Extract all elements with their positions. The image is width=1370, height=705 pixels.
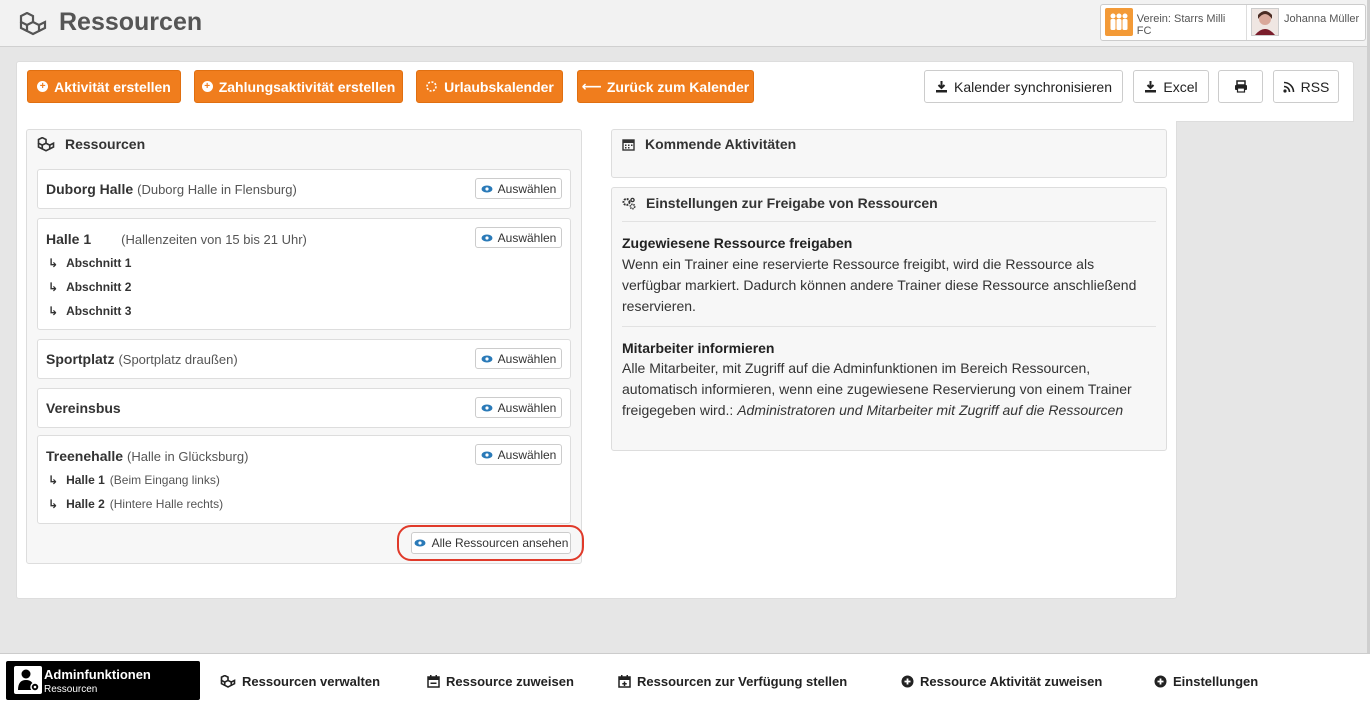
- resource-description: (Hallenzeiten von 15 bis 21 Uhr): [121, 232, 307, 247]
- resource-name: Sportplatz: [46, 351, 115, 367]
- avatar: [1251, 8, 1279, 36]
- arrow-left-icon: ⟵: [581, 78, 602, 94]
- club-label: Verein: Starrs Milli FC: [1136, 13, 1226, 37]
- section-emphasis: Administratoren und Mitarbeiter mit Zugr…: [737, 402, 1124, 418]
- resource-name: Vereinsbus: [46, 400, 121, 416]
- resource-card: Treenehalle (Halle in Glücksburg) Auswähl…: [37, 435, 571, 524]
- nav-provide-resources[interactable]: Ressourcen zur Verfügung stellen: [618, 674, 847, 689]
- select-resource-button[interactable]: Auswählen: [475, 227, 562, 248]
- rss-icon: [1282, 81, 1294, 93]
- select-resource-button[interactable]: Auswählen: [475, 348, 562, 369]
- eye-icon: [481, 234, 493, 241]
- resource-description: (Duborg Halle in Flensburg): [137, 182, 297, 197]
- eye-icon: [481, 185, 493, 192]
- back-to-calendar-button[interactable]: ⟵ Zurück zum Kalender: [577, 70, 754, 103]
- section-title: Mitarbeiter informieren: [622, 340, 775, 356]
- plus-circle-icon: [1154, 675, 1167, 688]
- section-title: Zugewiesene Ressource freigaben: [622, 235, 853, 251]
- cubes-icon: [220, 675, 236, 688]
- resource-name: Duborg Halle: [46, 181, 134, 197]
- vacation-calendar-button[interactable]: Urlaubskalender: [416, 70, 563, 103]
- nav-assign-resource[interactable]: Ressource zuweisen: [427, 674, 574, 689]
- resource-description: (Sportplatz draußen): [118, 352, 238, 367]
- user-box: Verein: Starrs Milli FC Johanna Müller: [1100, 4, 1366, 41]
- sub-resource: ↳ Halle 2 (Hintere Halle rechts): [48, 497, 224, 511]
- divider: [622, 326, 1156, 327]
- admin-user-gear-icon: [14, 666, 42, 694]
- sub-resource: ↳ Halle 1 (Beim Eingang links): [48, 473, 220, 487]
- select-resource-button[interactable]: Auswählen: [475, 444, 562, 465]
- admin-subtitle: Ressourcen: [44, 684, 98, 695]
- nav-assign-activity[interactable]: Ressource Aktivität zuweisen: [901, 674, 1102, 689]
- cubes-icon: [37, 136, 55, 152]
- resource-card: Vereinsbus Auswählen: [37, 388, 571, 428]
- user-name: Johanna Müller: [1284, 13, 1360, 25]
- team-icon: [1105, 8, 1133, 36]
- plus-circle-icon: [901, 675, 914, 688]
- upcoming-activities-panel: Kommende Aktivitäten: [611, 129, 1167, 178]
- calendar-plus-icon: [618, 675, 631, 688]
- settings-title: Einstellungen zur Freigabe von Ressource…: [646, 195, 938, 211]
- create-activity-button[interactable]: + Aktivität erstellen: [27, 70, 181, 103]
- print-icon: [1234, 80, 1247, 93]
- section-text: Alle Mitarbeiter, mit Zugriff auf die Ad…: [622, 360, 1132, 418]
- calendar-icon: [622, 138, 635, 151]
- turn-right-arrow-icon: ↳: [48, 497, 59, 511]
- turn-right-arrow-icon: ↳: [48, 256, 59, 270]
- eye-icon: [414, 539, 426, 547]
- resource-name: Halle 1: [46, 231, 92, 247]
- download-icon: [936, 81, 947, 93]
- top-bar: Ressourcen Verein: Starrs Milli FC Johan…: [0, 0, 1370, 47]
- user-menu[interactable]: Johanna Müller: [1247, 5, 1363, 40]
- page-title: Ressourcen: [59, 8, 203, 36]
- eye-icon: [481, 404, 493, 411]
- resource-card: Halle 1 (Hallenzeiten von 15 bis 21 Uhr) …: [37, 218, 571, 330]
- print-button[interactable]: [1218, 70, 1263, 103]
- download-icon: [1145, 81, 1157, 93]
- resource-card: Sportplatz (Sportplatz draußen) Auswählen: [37, 339, 571, 379]
- sub-resource: ↳ Abschnitt 1: [48, 256, 132, 270]
- cubes-icon: [19, 12, 47, 36]
- resources-panel-header: Ressourcen: [27, 130, 581, 158]
- divider: [622, 221, 1156, 222]
- gears-icon: [622, 197, 636, 210]
- resource-name: Treenehalle: [46, 448, 124, 464]
- admin-functions-tile[interactable]: Adminfunktionen Ressourcen: [6, 661, 200, 700]
- sub-resource: ↳ Abschnitt 2: [48, 280, 132, 294]
- plus-circle-icon: +: [201, 81, 213, 92]
- calendar-icon: [427, 675, 440, 688]
- nav-settings[interactable]: Einstellungen: [1154, 674, 1258, 689]
- view-all-resources-button[interactable]: Alle Ressourcen ansehen: [411, 532, 571, 554]
- admin-title: Adminfunktionen: [44, 667, 151, 682]
- select-resource-button[interactable]: Auswählen: [475, 397, 562, 418]
- club-selector[interactable]: Verein: Starrs Milli FC: [1101, 5, 1247, 40]
- eye-icon: [481, 355, 493, 362]
- plus-circle-icon: +: [37, 81, 49, 92]
- upcoming-title: Kommende Aktivitäten: [645, 136, 797, 152]
- resource-card: Duborg Halle (Duborg Halle in Flensburg) …: [37, 169, 571, 209]
- select-resource-button[interactable]: Auswählen: [475, 178, 562, 199]
- turn-right-arrow-icon: ↳: [48, 280, 59, 294]
- eye-icon: [481, 451, 493, 458]
- bottom-nav: Adminfunktionen Ressourcen Ressourcen ve…: [0, 653, 1370, 705]
- sub-resource: ↳ Abschnitt 3: [48, 304, 132, 318]
- create-payment-activity-button[interactable]: + Zahlungsaktivität erstellen: [194, 70, 403, 103]
- nav-manage-resources[interactable]: Ressourcen verwalten: [220, 674, 380, 689]
- rss-button[interactable]: RSS: [1273, 70, 1339, 103]
- turn-right-arrow-icon: ↳: [48, 473, 59, 487]
- section-text: Wenn ein Trainer eine reservierte Ressou…: [622, 256, 1137, 314]
- excel-button[interactable]: Excel: [1133, 70, 1209, 103]
- sync-calendar-button[interactable]: Kalender synchronisieren: [924, 70, 1123, 103]
- sun-icon: [426, 81, 437, 92]
- turn-right-arrow-icon: ↳: [48, 304, 59, 318]
- resource-description: (Halle in Glücksburg): [127, 449, 249, 464]
